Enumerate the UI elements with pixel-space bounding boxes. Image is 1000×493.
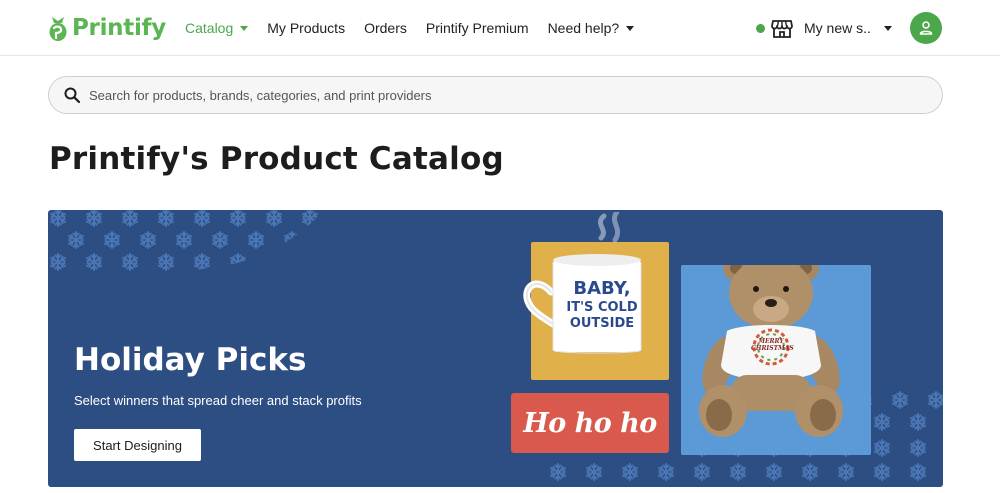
- hoho-text: Ho ho ho: [523, 407, 657, 439]
- mug-text-line-3: OUTSIDE: [569, 315, 635, 331]
- nav-need-help-label: Need help?: [547, 20, 620, 36]
- teddy-bear-illustration: [699, 265, 843, 437]
- mug-product-image: BABY, IT'S COLD OUTSIDE: [523, 212, 669, 380]
- teddy-bear-product-image: MERRY CHRISTMAS: [681, 265, 871, 455]
- search-icon: [64, 87, 81, 104]
- chevron-down-icon: [240, 26, 249, 31]
- nav-my-products-label: My Products: [267, 20, 346, 36]
- top-navigation: Printify Catalog My Products Orders Prin…: [0, 0, 1000, 56]
- nav-my-products[interactable]: My Products: [267, 20, 345, 36]
- chevron-down-icon: [626, 26, 635, 31]
- search-bar: [48, 76, 943, 114]
- store-selector[interactable]: My new s...: [756, 14, 892, 42]
- store-status-dot: [756, 23, 765, 33]
- printify-logo[interactable]: Printify: [48, 12, 166, 44]
- nav-printify-premium-label: Printify Premium: [425, 20, 529, 36]
- bear-shirt-text-line-2: CHRISTMAS: [751, 344, 794, 352]
- user-icon: [919, 21, 933, 35]
- mug-text: BABY, IT'S COLD OUTSIDE: [566, 278, 638, 331]
- nav-need-help[interactable]: Need help?: [548, 20, 635, 36]
- page-title: Printify's Product Catalog: [49, 141, 504, 177]
- mug-text-line-1: BABY,: [573, 278, 631, 299]
- chevron-down-icon: [884, 26, 892, 31]
- hoho-product-image: Ho ho ho: [511, 393, 669, 453]
- main-nav: Catalog My Products Orders Printify Prem…: [185, 0, 653, 56]
- storefront-icon: [771, 20, 793, 38]
- nav-orders[interactable]: Orders: [364, 20, 407, 36]
- nav-orders-label: Orders: [364, 20, 407, 36]
- printify-logo-text: Printify: [72, 15, 166, 41]
- nav-catalog-label: Catalog: [185, 20, 234, 36]
- bear-shirt-text: MERRY CHRISTMAS: [751, 338, 794, 352]
- printify-logo-icon: [49, 17, 67, 41]
- mug-text-line-2: IT'S COLD: [566, 299, 638, 315]
- banner-subtitle: Select winners that spread cheer and sta…: [74, 393, 362, 408]
- start-designing-button[interactable]: Start Designing: [74, 429, 201, 461]
- holiday-banner: Holiday Picks Select winners that spread…: [48, 210, 943, 487]
- nav-printify-premium[interactable]: Printify Premium: [426, 20, 529, 36]
- nav-catalog[interactable]: Catalog: [185, 20, 249, 36]
- account-avatar[interactable]: [910, 12, 942, 44]
- search-input[interactable]: [89, 87, 909, 103]
- store-name: My new s...: [804, 20, 870, 36]
- banner-title: Holiday Picks: [74, 342, 307, 378]
